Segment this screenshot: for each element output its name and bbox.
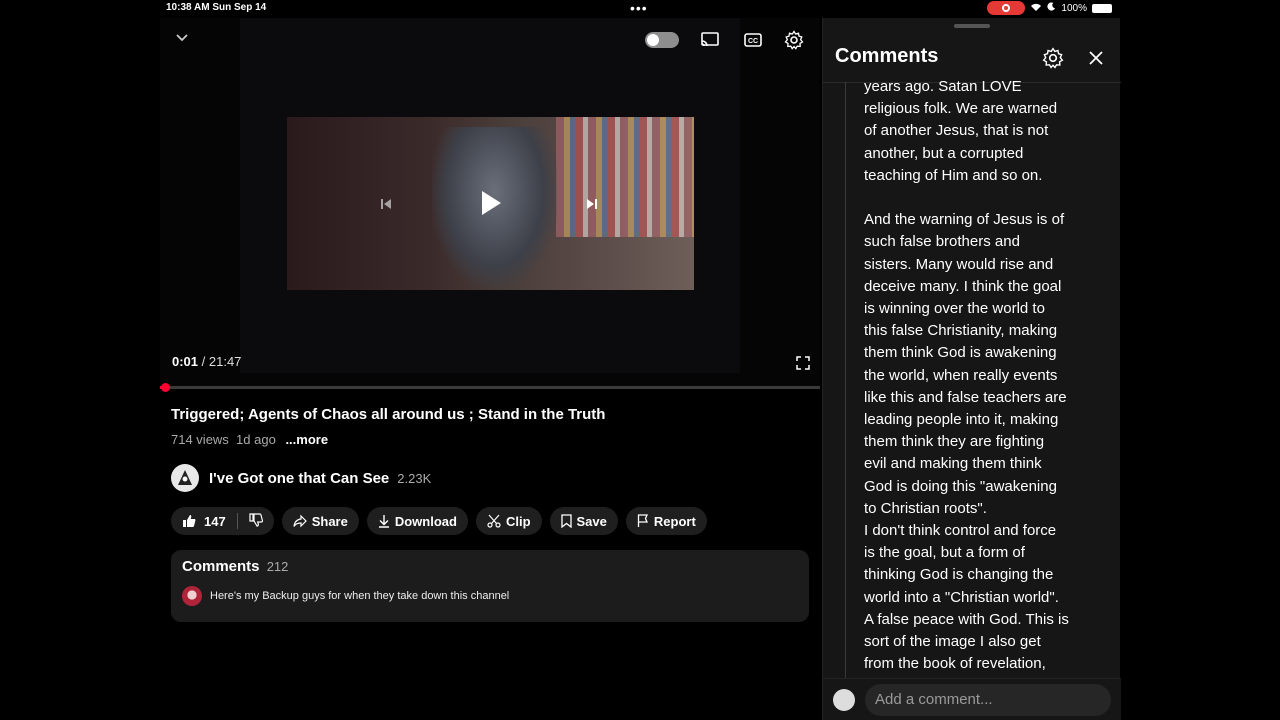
current-time: 0:01: [172, 354, 199, 369]
status-bar: 10:38 AM Sun Sep 14 ••• 100%: [160, 0, 1120, 18]
channel-avatar[interactable]: [171, 464, 199, 492]
flag-icon: [637, 514, 648, 527]
comments-header: Comments 212: [182, 558, 288, 575]
comments-panel: Comments years ago. Satan LOVE religious…: [822, 18, 1121, 720]
like-dislike-pill: 147: [171, 507, 274, 535]
commenter-avatar: [182, 586, 202, 606]
captions-icon[interactable]: CC: [742, 30, 764, 50]
wifi-icon: [1030, 2, 1042, 15]
video-timecode: 0:01 / 21:47: [172, 354, 241, 369]
multitask-dots[interactable]: •••: [630, 0, 648, 16]
like-button[interactable]: 147: [182, 514, 226, 529]
download-button[interactable]: Download: [366, 507, 468, 535]
add-comment-bar: Add a comment...: [823, 678, 1121, 720]
share-label: Share: [311, 513, 348, 529]
clip-button[interactable]: Clip: [475, 507, 542, 535]
view-count: 714 views: [171, 432, 229, 447]
channel-row[interactable]: I've Got one that Can See 2.23K: [171, 464, 431, 492]
video-title: Triggered; Agents of Chaos all around us…: [171, 406, 606, 423]
share-button[interactable]: Share: [281, 507, 359, 535]
next-video-icon[interactable]: [581, 193, 603, 215]
save-label: Save: [576, 513, 607, 529]
player-settings-gear-icon[interactable]: [783, 29, 805, 51]
report-label: Report: [653, 513, 696, 529]
like-divider: [236, 513, 238, 529]
cast-icon[interactable]: [698, 30, 722, 50]
video-duration: / 21:47: [201, 354, 242, 369]
comments-panel-title: Comments: [835, 45, 939, 67]
subscriber-count: 2.23K: [397, 470, 432, 486]
channel-name[interactable]: I've Got one that Can See: [209, 470, 389, 487]
download-icon: [378, 515, 389, 528]
comments-label: Comments: [182, 558, 260, 575]
save-button[interactable]: Save: [549, 507, 618, 535]
play-icon[interactable]: [476, 186, 506, 220]
chevron-down-icon[interactable]: [174, 30, 190, 46]
comments-count: 212: [266, 559, 289, 574]
bookmark-icon: [560, 514, 572, 528]
description-more-link[interactable]: ...more: [285, 432, 328, 447]
video-player[interactable]: CC 0:01 / 21:47: [160, 18, 820, 392]
user-avatar: [833, 689, 855, 711]
previous-video-icon[interactable]: [375, 193, 397, 215]
comment-body-text: years ago. Satan LOVE religious folk. We…: [864, 78, 1069, 673]
comments-settings-gear-icon[interactable]: [1042, 47, 1064, 69]
close-icon[interactable]: [1087, 49, 1105, 67]
video-meta: 714 views 1d ago ...more: [171, 432, 328, 447]
report-button[interactable]: Report: [625, 507, 707, 535]
reply-thread-line: [845, 82, 846, 682]
upload-age: 1d ago: [236, 432, 276, 447]
scissors-icon: [487, 514, 501, 528]
video-background-shelf: [556, 117, 694, 237]
screen-recording-icon[interactable]: [987, 1, 1026, 15]
action-bar: 147 Share Download Clip Save Report: [171, 507, 707, 535]
status-time: 10:38 AM Sun Sep 14: [166, 2, 267, 13]
battery-icon: [1092, 3, 1112, 13]
thumbs-down-icon: [249, 512, 263, 527]
autoplay-toggle[interactable]: [645, 32, 679, 48]
battery-percent: 100%: [1061, 2, 1087, 14]
svg-text:CC: CC: [748, 38, 758, 45]
video-progress-bar[interactable]: [160, 383, 820, 392]
add-comment-input[interactable]: Add a comment...: [865, 684, 1111, 716]
clip-label: Clip: [505, 513, 531, 529]
download-label: Download: [394, 513, 457, 529]
panel-drag-handle[interactable]: [954, 24, 990, 28]
comments-preview-card[interactable]: Comments 212 Here's my Backup guys for w…: [171, 550, 809, 622]
moon-icon: [1047, 2, 1056, 14]
share-icon: [293, 514, 307, 528]
dislike-button[interactable]: [249, 512, 263, 530]
status-indicators: 100%: [987, 1, 1112, 15]
top-comment-text: Here's my Backup guys for when they take…: [210, 590, 510, 602]
thumbs-up-icon: [183, 515, 196, 527]
like-count: 147: [204, 513, 226, 529]
top-comment[interactable]: Here's my Backup guys for when they take…: [182, 586, 509, 606]
fullscreen-icon[interactable]: [795, 355, 811, 371]
video-scrubber-handle[interactable]: [161, 383, 170, 392]
app-window: CC 0:01 / 21:47 Triggered; Agents of Cha…: [160, 18, 1121, 720]
